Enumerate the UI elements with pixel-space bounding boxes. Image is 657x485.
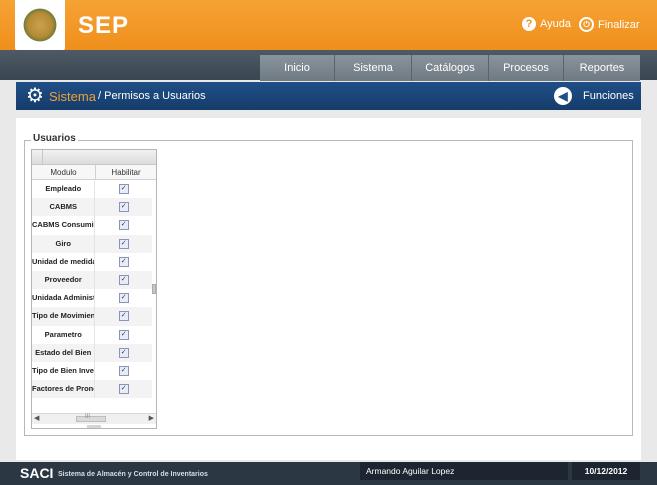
table-row: Tipo de Movimiento ✓ [32, 307, 152, 326]
enable-checkbox[interactable]: ✓ [118, 347, 129, 358]
enable-checkbox[interactable]: ✓ [118, 256, 129, 267]
horizontal-scroll-thumb[interactable]: III [76, 414, 106, 422]
column-header-modulo[interactable]: Modulo [32, 165, 96, 179]
module-cell: Estado del Bien [32, 343, 96, 362]
menu-item-sistema[interactable]: Sistema [335, 55, 412, 81]
table-row: Unidada Administrativa ✓ [32, 289, 152, 308]
enable-checkbox[interactable]: ✓ [118, 329, 129, 340]
enable-checkbox[interactable]: ✓ [118, 238, 129, 249]
scroll-right-icon[interactable]: ▶ [149, 414, 154, 424]
table-row: Unidad de medida ✓ [32, 252, 152, 271]
scroll-left-icon[interactable]: ◀ [34, 414, 39, 424]
table-row: Giro ✓ [32, 234, 152, 253]
module-cell: CABMS Consumibles [32, 216, 96, 235]
power-icon: ⏻ [579, 17, 594, 32]
help-link[interactable]: ? Ayuda [522, 17, 571, 31]
table-row: Tipo de Bien Inventario ✓ [32, 361, 152, 381]
menu-item-inicio[interactable]: Inicio [260, 55, 335, 81]
module-cell: Proveedor [32, 270, 96, 290]
sep-logo [15, 0, 65, 50]
content-area: Usuarios Modulo Habilitar Empleado ✓ CABM… [16, 118, 641, 460]
module-cell: Empleado [32, 180, 96, 199]
section-title: Sistema [49, 89, 96, 104]
table-row: Proveedor ✓ [32, 270, 152, 290]
module-cell: Tipo de Bien Inventario [32, 361, 96, 381]
vertical-scrollbar[interactable] [152, 180, 156, 410]
table-row: Estado del Bien ✓ [32, 343, 152, 362]
table-row: CABMS ✓ [32, 198, 152, 217]
permissions-grid: Modulo Habilitar Empleado ✓ CABMS ✓ CABMS … [31, 149, 157, 429]
main-menu: Inicio Sistema Catálogos Procesos Report… [260, 55, 640, 81]
help-label: Ayuda [540, 18, 571, 30]
enable-checkbox[interactable]: ✓ [118, 184, 129, 195]
module-cell: Parametro [32, 325, 96, 344]
module-cell: Unidad de medida [32, 252, 96, 271]
current-date: 10/12/2012 [572, 462, 640, 480]
module-cell: Unidada Administrativa [32, 289, 96, 308]
menu-item-reportes[interactable]: Reportes [564, 55, 640, 81]
column-header-habilitar[interactable]: Habilitar [96, 165, 156, 179]
footer-brand: SACI [20, 465, 54, 481]
app-header: SEP ? Ayuda ⏻ Finalizar [0, 0, 657, 50]
logout-link[interactable]: ⏻ Finalizar [579, 17, 640, 32]
resize-grip[interactable] [87, 425, 101, 428]
page-titlebar: ⚙ Sistema / Permisos a Usuarios ◀ Funcio… [16, 82, 641, 110]
users-legend: Usuarios [31, 133, 78, 144]
enable-checkbox[interactable]: ✓ [118, 311, 129, 322]
grid-toolbar [32, 150, 156, 165]
enable-checkbox[interactable]: ✓ [118, 202, 129, 213]
table-row: CABMS Consumibles ✓ [32, 216, 152, 235]
logout-label: Finalizar [598, 18, 640, 31]
enable-checkbox[interactable]: ✓ [118, 275, 129, 286]
horizontal-scrollbar[interactable]: ◀ III ▶ [32, 413, 156, 424]
grid-rows: Empleado ✓ CABMS ✓ CABMS Consumibles ✓ Giro… [32, 180, 152, 399]
footer-subtitle: Sistema de Almacén y Control de Inventar… [58, 471, 208, 478]
module-cell: Factores de Pronóstico [32, 380, 96, 399]
module-cell: Tipo de Movimiento [32, 307, 96, 326]
module-cell: CABMS [32, 198, 96, 217]
current-user: Armando Aguilar Lopez [360, 462, 568, 480]
enable-checkbox[interactable]: ✓ [118, 220, 129, 231]
scroll-thumb[interactable] [152, 284, 156, 294]
grid-header: Modulo Habilitar [32, 165, 156, 180]
users-fieldset: Usuarios Modulo Habilitar Empleado ✓ CABM… [24, 133, 633, 436]
table-row: Parametro ✓ [32, 325, 152, 344]
enable-checkbox[interactable]: ✓ [118, 384, 129, 395]
enable-checkbox[interactable]: ✓ [118, 365, 129, 376]
table-row: Factores de Pronóstico ✓ [32, 380, 152, 399]
gear-icon: ⚙ [26, 85, 44, 107]
app-title: SEP [78, 12, 130, 39]
scroll-grip-label: III [85, 414, 91, 420]
menu-item-procesos[interactable]: Procesos [489, 55, 564, 81]
table-row: Empleado ✓ [32, 180, 152, 199]
functions-button[interactable]: Funciones [583, 90, 634, 102]
back-arrow-icon[interactable]: ◀ [554, 87, 572, 105]
page-title: / Permisos a Usuarios [98, 90, 206, 102]
enable-checkbox[interactable]: ✓ [118, 293, 129, 304]
seal-icon [21, 6, 59, 44]
question-icon: ? [522, 17, 536, 31]
menu-item-catalogos[interactable]: Catálogos [412, 55, 489, 81]
module-cell: Giro [32, 234, 96, 253]
